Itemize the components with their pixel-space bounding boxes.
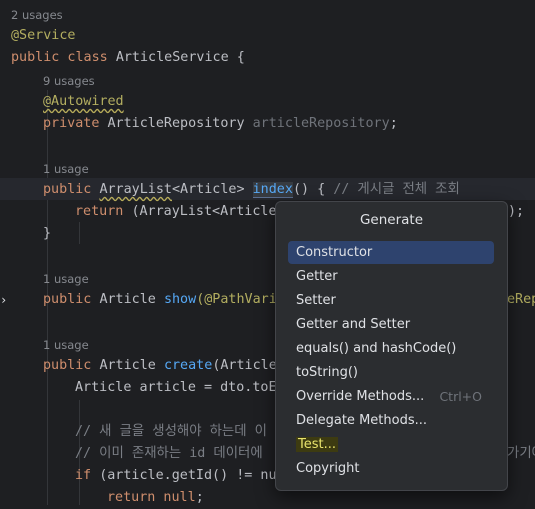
menu-item-tostring[interactable]: toString(): [288, 361, 494, 384]
usage-hint[interactable]: 1 usage: [43, 337, 89, 353]
code-line: public Article create(Article: [43, 358, 277, 373]
run-arrow-icon[interactable]: ›: [0, 293, 7, 307]
menu-item-delegate-methods[interactable]: Delegate Methods...: [288, 409, 494, 432]
menu-item-setter[interactable]: Setter: [288, 289, 494, 312]
code-line: @Autowired: [43, 94, 124, 109]
menu-item-constructor[interactable]: Constructor: [288, 241, 494, 264]
code-line: if (article.getId() != nu: [75, 468, 277, 483]
menu-item-test[interactable]: Test...: [288, 433, 494, 456]
code-line: public Article show(@PathVari: [43, 292, 277, 307]
code-line: }: [43, 226, 52, 241]
code-line: public class ArticleService {: [11, 50, 245, 65]
code-line: // 새 글을 생성해야 하는데 이: [75, 424, 267, 439]
menu-item-copyright[interactable]: Copyright: [288, 457, 494, 480]
usage-hint[interactable]: 9 usages: [43, 73, 95, 89]
generate-popup[interactable]: Generate Constructor Getter Setter Gette…: [275, 201, 508, 491]
menu-item-getter-and-setter[interactable]: Getter and Setter: [288, 313, 494, 336]
usage-hint[interactable]: 1 usage: [43, 161, 89, 177]
code-line: private ArticleRepository articleReposit…: [43, 116, 398, 131]
code-line: );: [508, 204, 525, 219]
menu-item-override-methods[interactable]: Override Methods... Ctrl+O: [288, 385, 494, 408]
menu-item-getter[interactable]: Getter: [288, 265, 494, 288]
shortcut-label: Ctrl+O: [439, 389, 482, 404]
indent-guide: [79, 222, 80, 244]
usage-hint[interactable]: 2 usages: [11, 7, 63, 23]
code-line: eRep: [507, 292, 535, 307]
code-line: @Service: [11, 28, 76, 43]
code-line: 가기에: [507, 446, 535, 461]
code-line: return null;: [107, 490, 204, 505]
code-line: return (ArrayList<Article: [75, 204, 277, 219]
code-line: // 이미 존재하는 id 데이터에: [75, 446, 263, 461]
code-line: public ArrayList<Article> index() { // 게…: [43, 182, 460, 198]
usage-hint[interactable]: 1 usage: [43, 271, 89, 287]
menu-item-equals-hashcode[interactable]: equals() and hashCode(): [288, 337, 494, 360]
code-line: Article article = dto.toE: [75, 380, 277, 395]
popup-title: Generate: [359, 212, 424, 228]
